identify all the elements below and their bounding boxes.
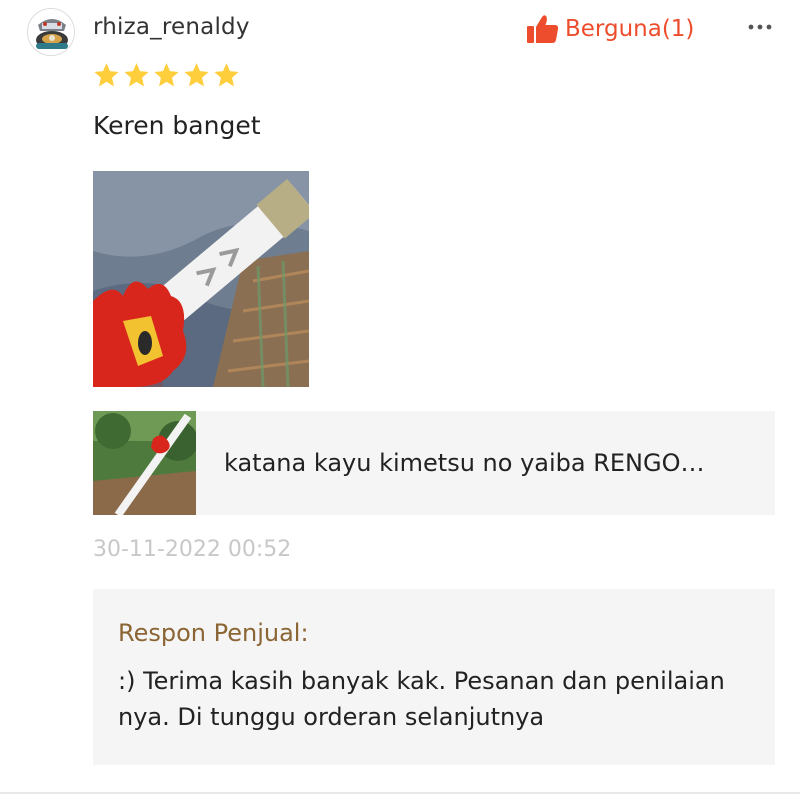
star-icon: [214, 63, 239, 87]
user-avatar[interactable]: [27, 8, 75, 56]
review-timestamp: 30-11-2022 00:52: [93, 537, 292, 562]
product-thumbnail: [93, 411, 196, 515]
avatar-image: [28, 9, 74, 55]
product-thumbnail-image: [93, 411, 196, 515]
star-rating: [92, 61, 242, 90]
helpful-count-label: Berguna(1): [565, 16, 695, 42]
product-name: katana kayu kimetsu no yaiba RENGO…: [224, 449, 705, 477]
seller-response-panel: Respon Penjual: :) Terima kasih banyak k…: [93, 589, 775, 765]
star-icon: [154, 63, 179, 87]
review-photo-image: [93, 171, 309, 387]
thumbs-up-icon: [527, 15, 559, 43]
star-icon: [94, 63, 119, 87]
review-photo[interactable]: [93, 171, 309, 387]
bottom-divider: [0, 792, 800, 794]
more-options-button[interactable]: [745, 12, 775, 42]
seller-response-title: Respon Penjual:: [118, 619, 309, 647]
star-icon: [184, 63, 209, 87]
star-icon: [124, 63, 149, 87]
review-comment: Keren banget: [93, 111, 261, 140]
helpful-button[interactable]: Berguna(1): [526, 12, 694, 46]
product-card[interactable]: katana kayu kimetsu no yaiba RENGO…: [93, 411, 775, 515]
more-dots-icon: [748, 24, 772, 30]
reviewer-username[interactable]: rhiza_renaldy: [93, 14, 250, 40]
seller-response-text: :) Terima kasih banyak kak. Pesanan dan …: [118, 667, 725, 731]
